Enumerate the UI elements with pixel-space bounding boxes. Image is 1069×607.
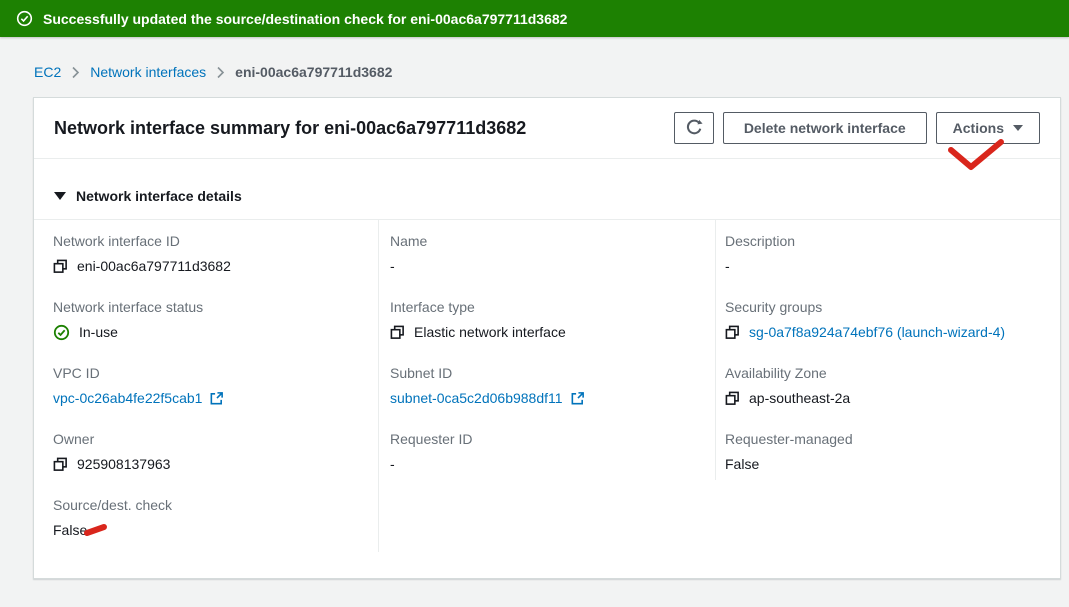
breadcrumb-link-network-interfaces[interactable]: Network interfaces <box>90 64 206 80</box>
field-owner: Owner 925908137963 <box>53 418 378 484</box>
copy-icon[interactable] <box>53 259 68 274</box>
field-label: Requester ID <box>390 431 715 448</box>
field-value: Elastic network interface <box>414 323 566 342</box>
vpc-id-link[interactable]: vpc-0c26ab4fe22f5cab1 <box>53 389 224 408</box>
subnet-id-link[interactable]: subnet-0ca5c2d06b988df11 <box>390 389 585 408</box>
triangle-down-icon <box>54 192 66 200</box>
field-value: - <box>390 455 395 474</box>
field-label: Interface type <box>390 299 715 316</box>
field-label: VPC ID <box>53 365 378 382</box>
details-grid: Network interface ID eni-00ac6a797711d36… <box>34 219 1060 607</box>
network-interface-summary-card: Network interface summary for eni-00ac6a… <box>33 97 1061 579</box>
column-divider <box>378 220 379 552</box>
card-header: Network interface summary for eni-00ac6a… <box>34 98 1060 159</box>
field-label: Network interface status <box>53 299 378 316</box>
column-divider <box>715 220 716 480</box>
field-label: Name <box>390 233 715 250</box>
field-value: False <box>53 521 87 540</box>
delete-network-interface-button[interactable]: Delete network interface <box>723 112 927 144</box>
link-text: vpc-0c26ab4fe22f5cab1 <box>53 389 202 408</box>
copy-icon[interactable] <box>390 325 405 340</box>
flashbar-message: Successfully updated the source/destinat… <box>43 11 567 27</box>
field-label: Availability Zone <box>725 365 1060 382</box>
link-text: subnet-0ca5c2d06b988df11 <box>390 389 563 408</box>
breadcrumb: EC2 Network interfaces eni-00ac6a797711d… <box>34 64 392 80</box>
chevron-right-icon <box>216 66 225 79</box>
field-label: Subnet ID <box>390 365 715 382</box>
status-badge: In-use <box>79 323 118 342</box>
field-value: False <box>725 455 759 474</box>
field-subnet-id: Subnet ID subnet-0ca5c2d06b988df11 <box>390 352 715 418</box>
field-label: Network interface ID <box>53 233 378 250</box>
field-vpc-id: VPC ID vpc-0c26ab4fe22f5cab1 <box>53 352 378 418</box>
chevron-down-icon <box>1013 125 1023 131</box>
success-check-circle-icon <box>16 10 33 27</box>
field-interface-type: Interface type Elastic network interface <box>390 286 715 352</box>
field-value: eni-00ac6a797711d3682 <box>77 257 231 276</box>
breadcrumb-current: eni-00ac6a797711d3682 <box>235 64 392 80</box>
details-column-1: Network interface ID eni-00ac6a797711d36… <box>34 220 378 607</box>
breadcrumb-link-ec2[interactable]: EC2 <box>34 64 61 80</box>
network-interface-details-toggle[interactable]: Network interface details <box>54 188 1040 204</box>
field-source-dest-check: Source/dest. check False <box>53 484 378 550</box>
refresh-icon <box>685 119 703 137</box>
header-actions: Delete network interface Actions <box>674 112 1040 144</box>
field-network-interface-id: Network interface ID eni-00ac6a797711d36… <box>53 220 378 286</box>
field-value: - <box>725 257 730 276</box>
field-description: Description - <box>725 220 1060 286</box>
field-value: ap-southeast-2a <box>749 389 850 408</box>
external-link-icon <box>209 391 224 406</box>
field-value: 925908137963 <box>77 455 170 474</box>
field-label: Security groups <box>725 299 1060 316</box>
actions-button-label: Actions <box>953 120 1004 136</box>
details-column-2: Name - Interface type Elastic network in… <box>378 220 715 607</box>
field-value: - <box>390 257 395 276</box>
copy-icon[interactable] <box>725 325 740 340</box>
chevron-right-icon <box>71 66 80 79</box>
field-availability-zone: Availability Zone ap-southeast-2a <box>725 352 1060 418</box>
field-requester-id: Requester ID - <box>390 418 715 484</box>
section-title: Network interface details <box>76 188 242 204</box>
success-flashbar: Successfully updated the source/destinat… <box>0 0 1069 37</box>
details-column-3: Description - Security groups sg-0a7f8a9… <box>715 220 1060 607</box>
refresh-button[interactable] <box>674 112 714 144</box>
field-security-groups: Security groups sg-0a7f8a924a74ebf76 (la… <box>725 286 1060 352</box>
external-link-icon <box>570 391 585 406</box>
page-title: Network interface summary for eni-00ac6a… <box>54 118 674 139</box>
copy-icon[interactable] <box>53 457 68 472</box>
field-label: Requester-managed <box>725 431 1060 448</box>
field-requester-managed: Requester-managed False <box>725 418 1060 484</box>
actions-button[interactable]: Actions <box>936 112 1040 144</box>
security-group-link[interactable]: sg-0a7f8a924a74ebf76 (launch-wizard-4) <box>749 323 1005 342</box>
copy-icon[interactable] <box>725 391 740 406</box>
field-network-interface-status: Network interface status In-use <box>53 286 378 352</box>
status-ok-icon <box>53 324 70 341</box>
field-label: Source/dest. check <box>53 497 378 514</box>
field-name: Name - <box>390 220 715 286</box>
field-label: Description <box>725 233 1060 250</box>
field-label: Owner <box>53 431 378 448</box>
